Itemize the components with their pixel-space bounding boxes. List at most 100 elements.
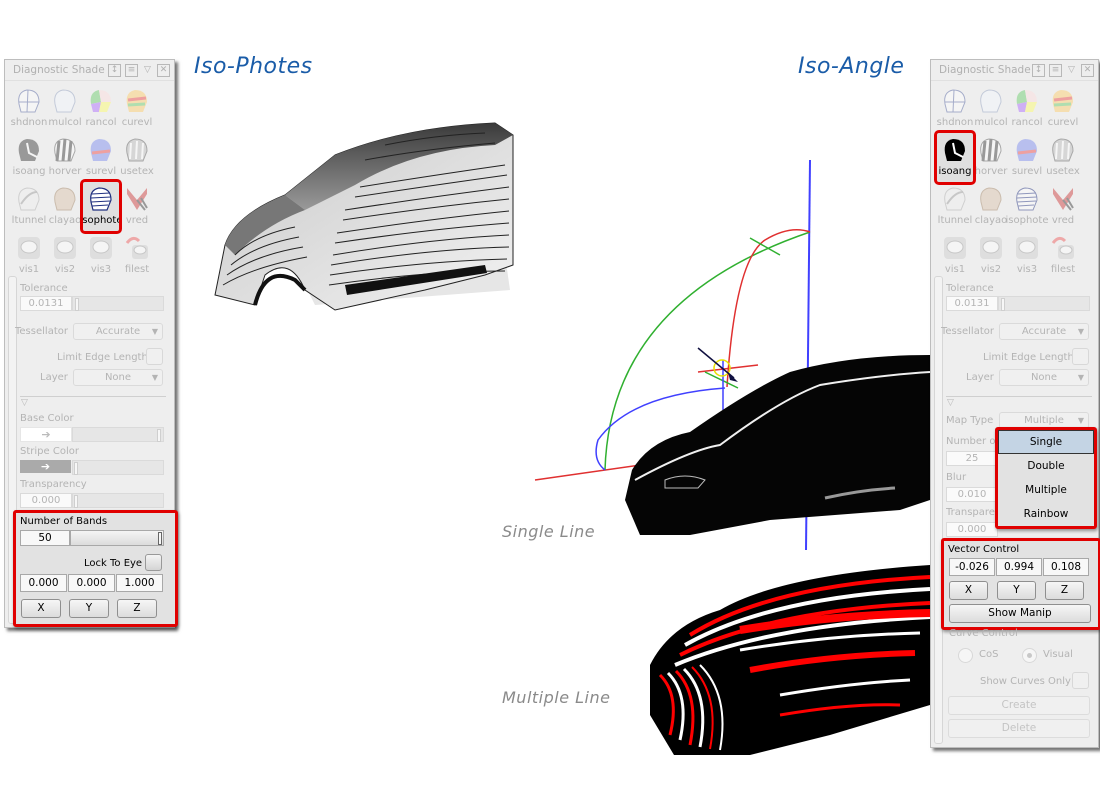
axis-x-button[interactable]: X <box>21 599 61 618</box>
section-collapse-icon[interactable]: ▽ <box>21 398 28 408</box>
stripe-color-swatch[interactable]: ➔ <box>20 460 71 473</box>
panel-titlebar: Diagnostic Shade ↕ ≡ ▽ ✕ <box>931 60 1098 81</box>
vector-x-field[interactable]: -0.026 <box>949 558 995 576</box>
multiple-line-caption: Multiple Line <box>502 688 611 707</box>
shade-mode-ltunnel[interactable]: ltunnel <box>937 182 973 231</box>
show-manip-button[interactable]: Show Manip <box>949 604 1091 623</box>
clay-ao-icon <box>54 187 76 211</box>
close-icon[interactable]: ✕ <box>1081 63 1094 77</box>
shade-mode-ltunnel[interactable]: ltunnel <box>11 182 47 231</box>
shade-mode-clayao[interactable]: clayao <box>47 182 83 231</box>
shade-mode-vis1[interactable]: vis1 <box>11 231 47 280</box>
show-curves-only-checkbox[interactable] <box>1072 672 1089 689</box>
delete-button[interactable]: Delete <box>948 719 1090 738</box>
tolerance-slider[interactable] <box>998 296 1090 311</box>
shade-mode-vis2[interactable]: vis2 <box>47 231 83 280</box>
vector-y-field[interactable]: 0.000 <box>68 574 115 592</box>
lock-to-eye-checkbox[interactable] <box>145 554 162 571</box>
shade-mode-clayao[interactable]: clayao <box>973 182 1009 231</box>
shade-mode-label: mulcol <box>974 117 1008 128</box>
tessellator-dropdown[interactable]: Accurate ▼ <box>999 323 1089 340</box>
tolerance-slider[interactable] <box>72 296 164 311</box>
cos-radio[interactable] <box>958 648 973 663</box>
vector-y-field[interactable]: 0.994 <box>996 558 1042 576</box>
shade-mode-shdnon[interactable]: shdnon <box>11 84 47 133</box>
shade-mode-mulcol[interactable]: mulcol <box>973 84 1009 133</box>
shade-mode-curevl[interactable]: curevl <box>119 84 155 133</box>
axis-z-button[interactable]: Z <box>1045 581 1084 600</box>
axis-x-button[interactable]: X <box>949 581 988 600</box>
shade-mode-curevl[interactable]: curevl <box>1045 84 1081 133</box>
shade-mode-filest[interactable]: filest <box>119 231 155 280</box>
menu-icon[interactable]: ≡ <box>1049 63 1062 77</box>
shade-mode-vis1[interactable]: vis1 <box>937 231 973 280</box>
visual-radio[interactable] <box>1022 648 1037 663</box>
horizontal-vertical-icon <box>980 138 1002 162</box>
multi-color-icon <box>54 89 76 113</box>
shade-mode-horver[interactable]: horver <box>973 133 1009 182</box>
iso-photes-heading: Iso-Photes <box>194 54 313 79</box>
menu-icon[interactable]: ≡ <box>125 63 138 77</box>
shade-mode-usetex[interactable]: usetex <box>1045 133 1081 182</box>
shade-mode-shdnon[interactable]: shdnon <box>937 84 973 133</box>
limit-edge-length-checkbox[interactable] <box>1072 348 1089 365</box>
tolerance-field[interactable]: 0.0131 <box>20 296 72 311</box>
shade-mode-isoang[interactable]: isoang <box>934 130 976 185</box>
shade-mode-label: shdnon <box>10 117 48 128</box>
map-type-option-rainbow[interactable]: Rainbow <box>998 502 1094 526</box>
shade-mode-isophote[interactable]: isophote <box>80 179 123 234</box>
shade-mode-surevl[interactable]: surevl <box>1009 133 1045 182</box>
shade-mode-vis3[interactable]: vis3 <box>83 231 119 280</box>
shade-mode-isophote[interactable]: isophote <box>1006 182 1049 231</box>
vector-z-field[interactable]: 1.000 <box>116 574 163 592</box>
shade-mode-surevl[interactable]: surevl <box>83 133 119 182</box>
vector-x-field[interactable]: 0.000 <box>20 574 67 592</box>
bands-slider[interactable] <box>70 530 164 546</box>
blur-field[interactable]: 0.010 <box>946 487 998 502</box>
section-collapse-icon[interactable]: ▽ <box>947 398 954 408</box>
shade-mode-vis2[interactable]: vis2 <box>973 231 1009 280</box>
shade-mode-filest[interactable]: filest <box>1045 231 1081 280</box>
panel-scrollbar[interactable] <box>934 276 943 744</box>
axis-z-button[interactable]: Z <box>117 599 157 618</box>
axis-y-button[interactable]: Y <box>997 581 1036 600</box>
resize-icon[interactable]: ↕ <box>108 63 121 77</box>
layer-dropdown[interactable]: None ▼ <box>73 369 163 386</box>
tessellator-dropdown[interactable]: Accurate ▼ <box>73 323 163 340</box>
base-color-swatch[interactable]: ➔ <box>20 427 72 442</box>
close-icon[interactable]: ✕ <box>157 63 170 77</box>
shade-mode-label: isoang <box>12 166 46 177</box>
limit-edge-length-checkbox[interactable] <box>146 348 163 365</box>
transparency-field[interactable]: 0.000 <box>20 493 72 508</box>
map-type-option-multiple[interactable]: Multiple <box>998 478 1094 502</box>
map-type-option-single[interactable]: Single <box>998 430 1094 454</box>
transparency-field[interactable]: 0.000 <box>946 522 998 537</box>
shade-mode-isoang[interactable]: isoang <box>11 133 47 182</box>
shade-mode-vis3[interactable]: vis3 <box>1009 231 1045 280</box>
axis-y-button[interactable]: Y <box>69 599 109 618</box>
bands-field[interactable]: 50 <box>20 530 70 546</box>
collapse-icon[interactable]: ▽ <box>1066 65 1077 76</box>
shade-mode-mulcol[interactable]: mulcol <box>47 84 83 133</box>
create-button[interactable]: Create <box>948 696 1090 715</box>
base-color-slider[interactable] <box>72 427 164 442</box>
x-axis-line <box>534 464 641 481</box>
shade-mode-usetex[interactable]: usetex <box>119 133 155 182</box>
iso-angle-single-render <box>534 159 930 550</box>
shade-mode-horver[interactable]: horver <box>47 133 83 182</box>
resize-icon[interactable]: ↕ <box>1032 63 1045 77</box>
tolerance-field[interactable]: 0.0131 <box>946 296 998 311</box>
shade-mode-vred[interactable]: vred <box>1045 182 1081 231</box>
collapse-icon[interactable]: ▽ <box>142 65 153 76</box>
file-state-icon <box>125 236 148 259</box>
chevron-down-icon: ▼ <box>151 327 158 336</box>
shade-mode-rancol[interactable]: rancol <box>1009 84 1045 133</box>
number-field[interactable]: 25 <box>946 451 998 466</box>
shade-mode-vred[interactable]: vred <box>119 182 155 231</box>
layer-dropdown[interactable]: None ▼ <box>999 369 1089 386</box>
stripe-color-slider[interactable] <box>72 460 164 475</box>
map-type-option-double[interactable]: Double <box>998 454 1094 478</box>
transparency-slider[interactable] <box>72 493 164 508</box>
vector-z-field[interactable]: 0.108 <box>1043 558 1089 576</box>
shade-mode-rancol[interactable]: rancol <box>83 84 119 133</box>
